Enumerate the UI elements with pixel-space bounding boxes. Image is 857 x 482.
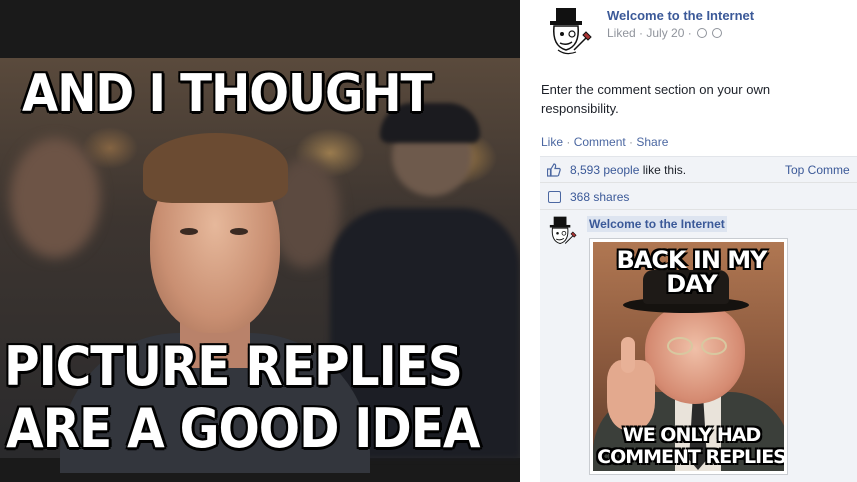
comment-link[interactable]: Comment xyxy=(574,135,626,149)
comment-image-caption-top: BACK IN MY DAY xyxy=(616,246,767,298)
facebook-post: Welcome to the Internet Liked · July 20 … xyxy=(530,0,857,482)
post-meta: Liked · July 20 · xyxy=(607,26,723,40)
likes-count-link[interactable]: 8,593 people xyxy=(570,163,639,177)
comment-image-caption-bottom-line1: WE ONLY HAD xyxy=(622,424,762,446)
meme-caption-bottom-line2: ARE A GOOD IDEA xyxy=(6,397,481,460)
commenter-avatar[interactable] xyxy=(546,215,578,249)
page-name-link[interactable]: Welcome to the Internet xyxy=(607,8,754,23)
old-man-pointing-finger xyxy=(621,337,635,373)
glasses-lens xyxy=(701,337,727,355)
thumbs-up-icon xyxy=(547,163,561,177)
gentleman-top-hat-icon xyxy=(550,8,592,55)
eye xyxy=(180,228,198,235)
comment-image[interactable]: BACK IN MY DAY WE ONLY HAD COMMENT REPLI… xyxy=(590,239,787,474)
comment-image-caption-bottom-line2: COMMENT REPLIES xyxy=(597,446,786,468)
shares-count-link[interactable]: 368 shares xyxy=(570,190,629,204)
shares-row: 368 shares xyxy=(540,184,857,210)
post-date[interactable]: July 20 xyxy=(646,26,684,40)
likes-row: 8,593 people like this. Top Comme xyxy=(540,157,857,183)
eye xyxy=(230,228,248,235)
meme-caption-top: AND I THOUGHT xyxy=(22,64,432,124)
person-hair xyxy=(143,133,288,203)
gentleman-top-hat-icon xyxy=(549,216,577,245)
glasses-lens xyxy=(667,337,693,355)
meta-separator: · xyxy=(684,26,696,40)
share-icon xyxy=(548,191,561,203)
share-link[interactable]: Share xyxy=(636,135,668,149)
action-separator: · xyxy=(625,135,637,149)
globe-icon[interactable] xyxy=(712,28,723,38)
commenter-name-link[interactable]: Welcome to the Internet xyxy=(587,216,727,232)
clock-icon xyxy=(697,28,708,38)
feedback-section: 8,593 people like this. Top Comme 368 sh… xyxy=(540,156,857,482)
page-avatar[interactable] xyxy=(544,6,594,58)
likes-summary: 8,593 people like this. xyxy=(570,163,686,177)
old-man-face xyxy=(645,304,745,404)
likes-suffix: like this. xyxy=(639,163,687,177)
meme-caption-bottom-line1: PICTURE REPLIES xyxy=(4,335,463,398)
top-comments-dropdown[interactable]: Top Comme xyxy=(785,163,850,177)
meme-image: AND I THOUGHT PICTURE REPLIES ARE A GOOD… xyxy=(0,0,520,482)
crowd-figure xyxy=(10,138,100,258)
meta-separator: · xyxy=(635,26,647,40)
action-separator: · xyxy=(563,135,574,149)
comment: Welcome to the Internet BACK IN MY DAY W… xyxy=(540,212,857,482)
like-link[interactable]: Like xyxy=(541,135,563,149)
liked-label: Liked xyxy=(607,26,636,40)
post-text: Enter the comment section on your own re… xyxy=(541,82,771,116)
post-actions: Like · Comment · Share xyxy=(541,135,668,149)
